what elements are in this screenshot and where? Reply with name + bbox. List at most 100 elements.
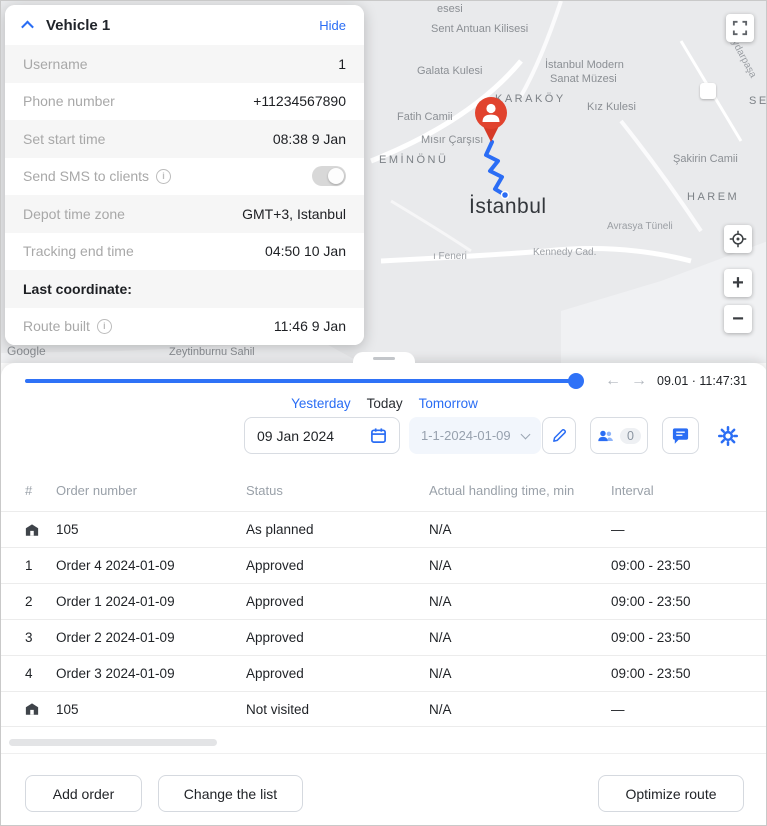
sheet-drag-handle[interactable]: [353, 352, 415, 365]
bottom-sheet: ← → 09.01 · 11:47:31 Yesterday Today Tom…: [1, 363, 767, 826]
cell-interval: 09:00 - 23:50: [611, 630, 767, 645]
cell-status: Not visited: [246, 702, 429, 717]
couriers-icon: [597, 428, 614, 444]
cell-interval: 09:00 - 23:50: [611, 666, 767, 681]
row-label: Route built i: [23, 318, 112, 334]
info-icon[interactable]: i: [156, 169, 171, 184]
timeline-next-button[interactable]: →: [629, 371, 649, 391]
calendar-icon: [370, 427, 387, 444]
panel-row-send-sms: Send SMS to clients i: [5, 158, 364, 196]
cell-interval: 09:00 - 23:50: [611, 558, 767, 573]
panel-row-username: Username 1: [5, 45, 364, 83]
settings-button[interactable]: [709, 417, 746, 454]
timeline-prev-button[interactable]: ←: [603, 371, 623, 391]
cell-status: Approved: [246, 558, 429, 573]
cell-interval: —: [611, 522, 767, 537]
geolocate-icon: [729, 230, 747, 248]
row-label: Depot time zone: [23, 206, 125, 222]
route-monitoring-app: esesi Sent Antuan Kilisesi Galata Kulesi…: [0, 0, 767, 826]
panel-row-tracking-end: Tracking end time 04:50 10 Jan: [5, 233, 364, 271]
chat-icon: [671, 427, 690, 445]
orders-table-header: # Order number Status Actual handling ti…: [1, 469, 767, 511]
couriers-count-badge: 0: [620, 428, 641, 444]
vehicle-panel: Vehicle 1 Hide Username 1 Phone number +…: [5, 5, 364, 345]
cell-num: 4: [1, 666, 56, 681]
depot-icon: [25, 702, 39, 716]
zoom-in-icon: +: [732, 273, 744, 293]
cell-num: [1, 702, 56, 716]
day-nav-yesterday[interactable]: Yesterday: [291, 396, 351, 411]
header-handling-time: Actual handling time, min: [429, 483, 611, 498]
row-value: +11234567890: [253, 93, 346, 109]
row-label: Username: [23, 56, 88, 72]
row-value: 11:46 9 Jan: [274, 318, 346, 334]
row-value: GMT+3, Istanbul: [242, 206, 346, 222]
drag-handle-icon: [373, 357, 395, 360]
row-value: 04:50 10 Jan: [265, 243, 346, 259]
zoom-in-button[interactable]: +: [724, 269, 752, 297]
zoom-out-button[interactable]: −: [724, 305, 752, 333]
cell-status: Approved: [246, 594, 429, 609]
row-label: Set start time: [23, 131, 105, 147]
table-row-order[interactable]: 1 Order 4 2024-01-09 Approved N/A 09:00 …: [1, 547, 767, 583]
row-value: 08:38 9 Jan: [273, 131, 346, 147]
info-icon[interactable]: i: [97, 319, 112, 334]
date-picker-field[interactable]: 09 Jan 2024: [244, 417, 400, 454]
table-row-order[interactable]: 4 Order 3 2024-01-09 Approved N/A 09:00 …: [1, 655, 767, 691]
row-label: Last coordinate:: [23, 281, 132, 297]
change-list-button[interactable]: Change the list: [158, 775, 303, 812]
cell-time: N/A: [429, 666, 611, 681]
header-interval: Interval: [611, 483, 767, 498]
day-nav-today[interactable]: Today: [367, 396, 403, 411]
cell-num: 3: [1, 630, 56, 645]
cell-time: N/A: [429, 630, 611, 645]
cell-time: N/A: [429, 594, 611, 609]
day-nav-tomorrow[interactable]: Tomorrow: [419, 396, 478, 411]
couriers-button[interactable]: 0: [590, 417, 648, 454]
panel-row-phone: Phone number +11234567890: [5, 83, 364, 121]
cell-status: Approved: [246, 666, 429, 681]
gear-icon: [718, 426, 738, 446]
cell-num: [1, 523, 56, 537]
hide-link[interactable]: Hide: [319, 18, 346, 33]
header-num: #: [1, 483, 56, 498]
table-row-order[interactable]: 2 Order 1 2024-01-09 Approved N/A 09:00 …: [1, 583, 767, 619]
edit-route-button[interactable]: [542, 417, 576, 454]
route-select-value: 1-1-2024-01-09: [421, 428, 511, 443]
cell-order: Order 4 2024-01-09: [56, 558, 246, 573]
panel-row-start-time: Set start time 08:38 9 Jan: [5, 120, 364, 158]
table-row-order[interactable]: 3 Order 2 2024-01-09 Approved N/A 09:00 …: [1, 619, 767, 655]
timeline-slider-handle[interactable]: [568, 373, 584, 389]
sms-toggle[interactable]: [312, 166, 346, 186]
zoom-out-icon: −: [732, 309, 744, 329]
route-select-dropdown[interactable]: 1-1-2024-01-09: [409, 417, 541, 454]
vehicle-title: Vehicle 1: [46, 17, 110, 34]
row-label: Send SMS to clients i: [23, 168, 171, 184]
panel-row-route-built: Route built i 11:46 9 Jan: [5, 308, 364, 346]
fullscreen-button[interactable]: [726, 14, 754, 42]
table-row-depot-end[interactable]: 105 Not visited N/A —: [1, 691, 767, 727]
cell-order: 105: [56, 702, 246, 717]
footer-bar: Add order Change the list Optimize route: [1, 753, 767, 826]
vehicle-marker-icon[interactable]: [471, 95, 511, 145]
row-value: 1: [338, 56, 346, 72]
cell-time: N/A: [429, 702, 611, 717]
fullscreen-icon: [732, 20, 748, 36]
chat-button[interactable]: [662, 417, 699, 454]
optimize-route-button[interactable]: Optimize route: [598, 775, 744, 812]
date-picker-value: 09 Jan 2024: [257, 428, 334, 444]
geolocate-button[interactable]: [724, 225, 752, 253]
cell-interval: 09:00 - 23:50: [611, 594, 767, 609]
orders-table: # Order number Status Actual handling ti…: [1, 469, 767, 727]
cell-order: Order 3 2024-01-09: [56, 666, 246, 681]
cell-status: As planned: [246, 522, 429, 537]
horizontal-scrollbar[interactable]: [9, 739, 217, 746]
timeline-slider-track[interactable]: [25, 379, 576, 383]
cell-interval: —: [611, 702, 767, 717]
cell-num: 1: [1, 558, 56, 573]
table-row-depot-start[interactable]: 105 As planned N/A —: [1, 511, 767, 547]
collapse-chevron-icon[interactable]: [21, 20, 34, 33]
vehicle-panel-header: Vehicle 1 Hide: [5, 5, 364, 45]
add-order-button[interactable]: Add order: [25, 775, 142, 812]
row-label-text: Send SMS to clients: [23, 168, 149, 184]
